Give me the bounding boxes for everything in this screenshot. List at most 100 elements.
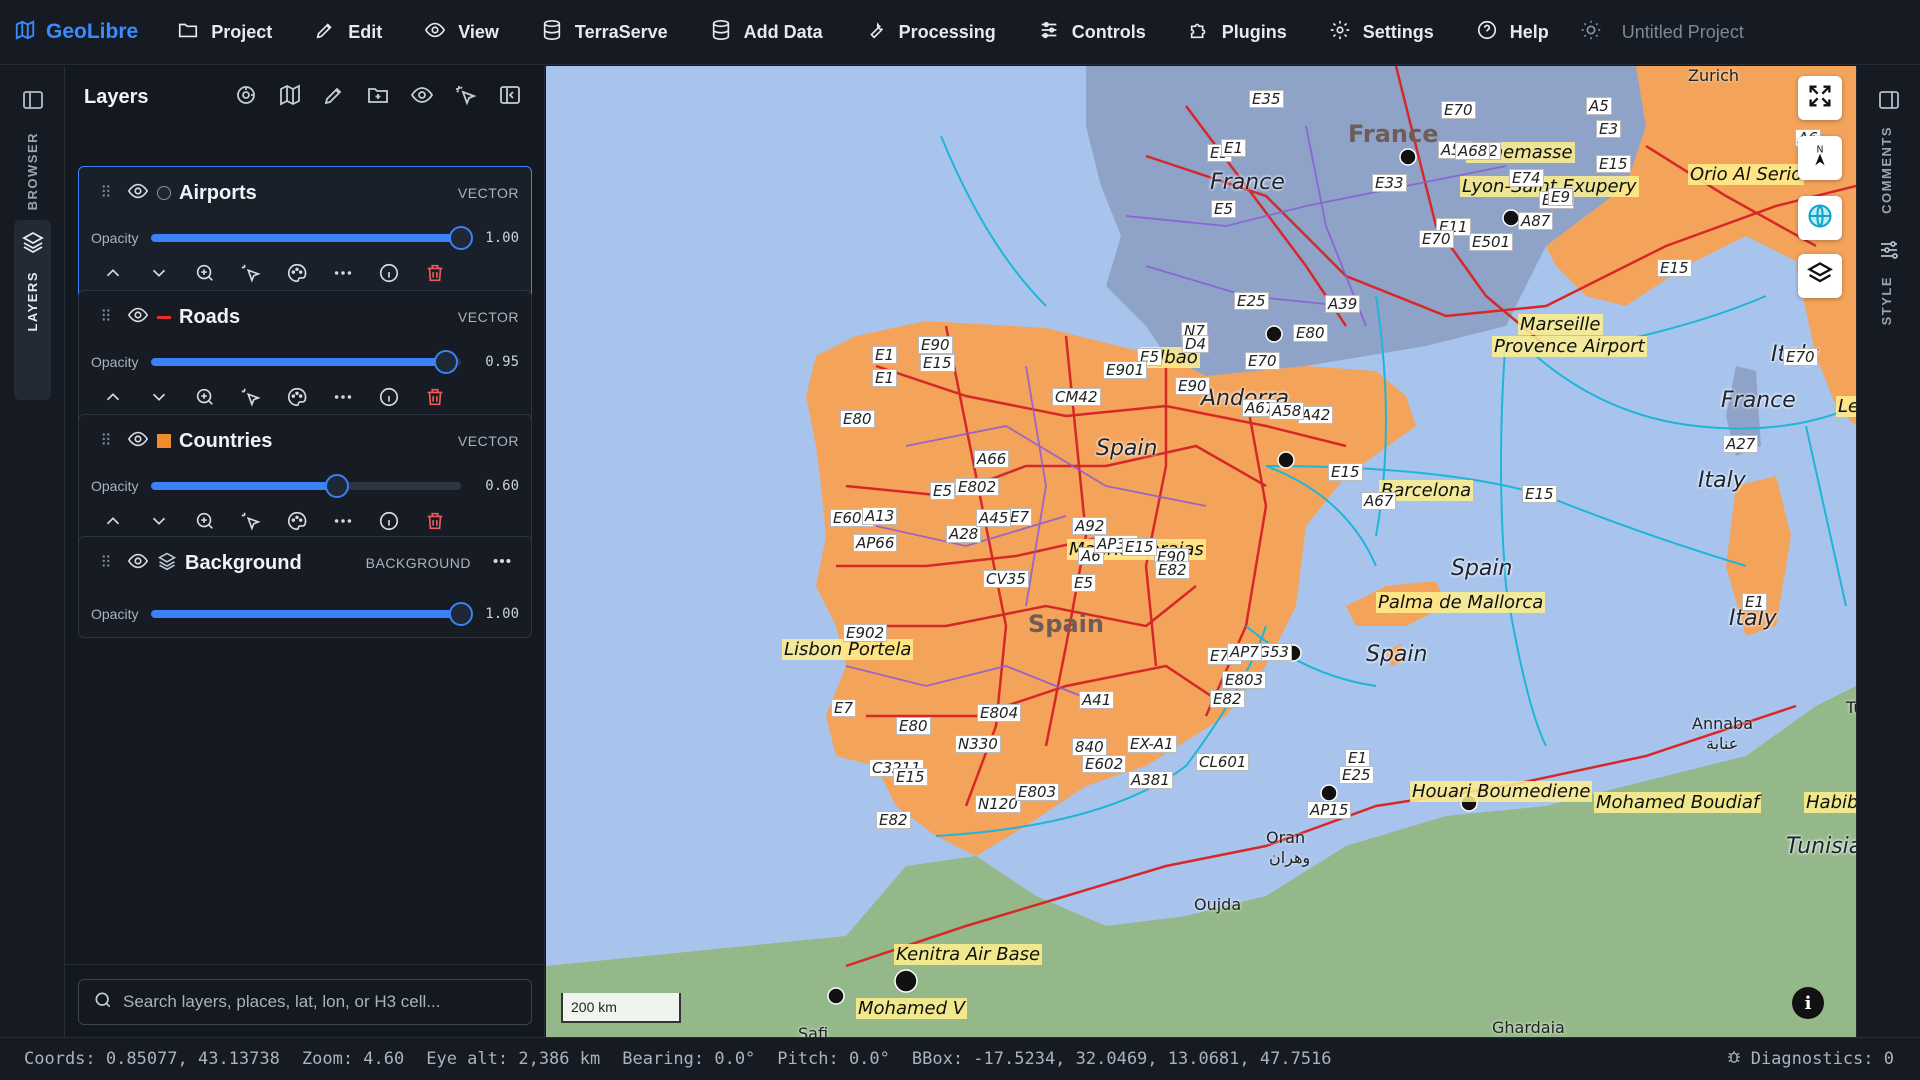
- select-features-icon[interactable]: [240, 510, 262, 537]
- layer-info-icon[interactable]: [378, 386, 400, 413]
- more-options-icon[interactable]: [332, 386, 354, 413]
- layer-switcher-button[interactable]: [1798, 254, 1842, 298]
- status-eye-alt: Eye alt: 2,386 km: [426, 1049, 601, 1069]
- zoom-to-layer-icon[interactable]: [194, 510, 216, 537]
- opacity-label: Opacity: [91, 478, 139, 494]
- fullscreen-button[interactable]: [1798, 76, 1842, 120]
- style-palette-icon[interactable]: [286, 386, 308, 413]
- status-coords: Coords: 0.85077, 43.13738: [24, 1049, 280, 1069]
- menu-processing[interactable]: Processing: [844, 0, 1017, 65]
- zoom-to-layer-icon[interactable]: [194, 386, 216, 413]
- opacity-slider-thumb[interactable]: [449, 226, 473, 250]
- add-folder-icon[interactable]: [366, 83, 390, 112]
- visibility-toggle-icon[interactable]: [127, 550, 149, 577]
- menu-plugins[interactable]: Plugins: [1167, 0, 1308, 65]
- tab-comments[interactable]: COMMENTS: [1879, 126, 1894, 214]
- layer-swatch: [157, 186, 171, 200]
- move-up-icon[interactable]: [102, 262, 124, 289]
- layers-panel: Layers Airports VECTOR Opacity 1.00 Roads VEC…: [65, 66, 545, 1037]
- identify-icon[interactable]: [454, 83, 478, 112]
- help-circle-icon: [1476, 19, 1498, 46]
- theme-toggle-icon[interactable]: [1580, 19, 1602, 46]
- drag-handle-icon[interactable]: [97, 430, 115, 453]
- map-road-shield: AP66: [853, 534, 898, 552]
- move-down-icon[interactable]: [148, 510, 170, 537]
- delete-layer-icon[interactable]: [424, 386, 446, 413]
- diagnostics-button[interactable]: Diagnostics: 0: [1725, 1048, 1894, 1071]
- attribution-info-icon[interactable]: i: [1792, 987, 1824, 1019]
- move-down-icon[interactable]: [148, 262, 170, 289]
- map-canvas[interactable]: FranceSpainAndorraSpainSpainItalyFranceI…: [546, 66, 1856, 1037]
- select-features-icon[interactable]: [240, 262, 262, 289]
- layer-card-airports[interactable]: Airports VECTOR Opacity 1.00: [78, 166, 532, 304]
- menu-terraserve[interactable]: TerraServe: [520, 0, 689, 65]
- move-up-icon[interactable]: [102, 510, 124, 537]
- map-road-shield: E15: [1328, 463, 1363, 481]
- refresh-layers-icon[interactable]: [234, 83, 258, 112]
- layer-name: Background: [185, 551, 302, 574]
- map-road-shield: A381: [1128, 771, 1173, 789]
- layer-type-badge: VECTOR: [457, 185, 519, 201]
- opacity-slider[interactable]: [151, 474, 461, 498]
- layer-info-icon[interactable]: [378, 262, 400, 289]
- drag-handle-icon[interactable]: [97, 306, 115, 329]
- move-down-icon[interactable]: [148, 386, 170, 413]
- project-title[interactable]: Untitled Project: [1622, 22, 1744, 43]
- menu-view[interactable]: View: [403, 0, 520, 65]
- visibility-toggle-icon[interactable]: [127, 180, 149, 207]
- pencil-icon: [314, 19, 336, 46]
- opacity-slider[interactable]: [151, 350, 461, 374]
- opacity-slider-fill: [151, 610, 461, 618]
- left-rail: BROWSER LAYERS: [0, 66, 65, 1037]
- more-options-icon[interactable]: [332, 510, 354, 537]
- menu-controls[interactable]: Controls: [1017, 0, 1167, 65]
- opacity-slider[interactable]: [151, 226, 473, 250]
- basemap-icon[interactable]: [278, 83, 302, 112]
- map-road-shield: E82: [1210, 690, 1245, 708]
- menu-project[interactable]: Project: [156, 0, 293, 65]
- brand[interactable]: GeoLibre: [14, 19, 138, 46]
- map-road-shield: E9: [1548, 188, 1574, 206]
- style-palette-icon[interactable]: [286, 510, 308, 537]
- globe-button[interactable]: [1798, 196, 1842, 240]
- layer-card-countries[interactable]: Countries VECTOR Opacity 0.60: [78, 414, 532, 552]
- menu-help[interactable]: Help: [1455, 0, 1570, 65]
- zoom-to-layer-icon[interactable]: [194, 262, 216, 289]
- search-input[interactable]: [123, 992, 523, 1012]
- delete-layer-icon[interactable]: [424, 510, 446, 537]
- opacity-slider-thumb[interactable]: [449, 602, 473, 626]
- compass-button[interactable]: N: [1798, 136, 1842, 180]
- move-up-icon[interactable]: [102, 386, 124, 413]
- style-palette-icon[interactable]: [286, 262, 308, 289]
- more-options-icon[interactable]: [332, 262, 354, 289]
- more-options-icon[interactable]: [491, 550, 513, 577]
- opacity-slider-fill: [151, 234, 461, 242]
- map-road-shield: E803: [1015, 783, 1060, 801]
- map-airport-label: Marseille: [1518, 314, 1603, 335]
- menu-settings[interactable]: Settings: [1308, 0, 1455, 65]
- map-road-shield: E70: [1245, 352, 1280, 370]
- layer-info-icon[interactable]: [378, 510, 400, 537]
- opacity-slider-thumb[interactable]: [433, 350, 458, 374]
- layer-card-roads[interactable]: Roads VECTOR Opacity 0.95: [78, 290, 532, 428]
- drag-handle-icon[interactable]: [97, 182, 115, 205]
- visibility-toggle-icon[interactable]: [127, 304, 149, 331]
- tab-style[interactable]: STYLE: [1879, 276, 1894, 325]
- map-road-shield: AP7: [1227, 643, 1262, 661]
- panel-toggle-icon[interactable]: [21, 88, 45, 112]
- draw-icon[interactable]: [322, 83, 346, 112]
- select-features-icon[interactable]: [240, 386, 262, 413]
- tab-layers[interactable]: LAYERS: [14, 220, 51, 400]
- delete-layer-icon[interactable]: [424, 262, 446, 289]
- menu-add-data[interactable]: Add Data: [689, 0, 844, 65]
- opacity-slider[interactable]: [151, 602, 473, 626]
- right-panel-toggle-icon[interactable]: [1877, 88, 1901, 112]
- drag-handle-icon[interactable]: [97, 552, 115, 575]
- opacity-slider-thumb[interactable]: [325, 474, 349, 498]
- collapse-panel-icon[interactable]: [498, 83, 522, 112]
- layer-card-background[interactable]: Background BACKGROUND Opacity 1.00: [78, 536, 532, 638]
- menu-edit[interactable]: Edit: [293, 0, 403, 65]
- search-box[interactable]: [78, 979, 532, 1025]
- visibility-icon[interactable]: [410, 83, 434, 112]
- visibility-toggle-icon[interactable]: [127, 428, 149, 455]
